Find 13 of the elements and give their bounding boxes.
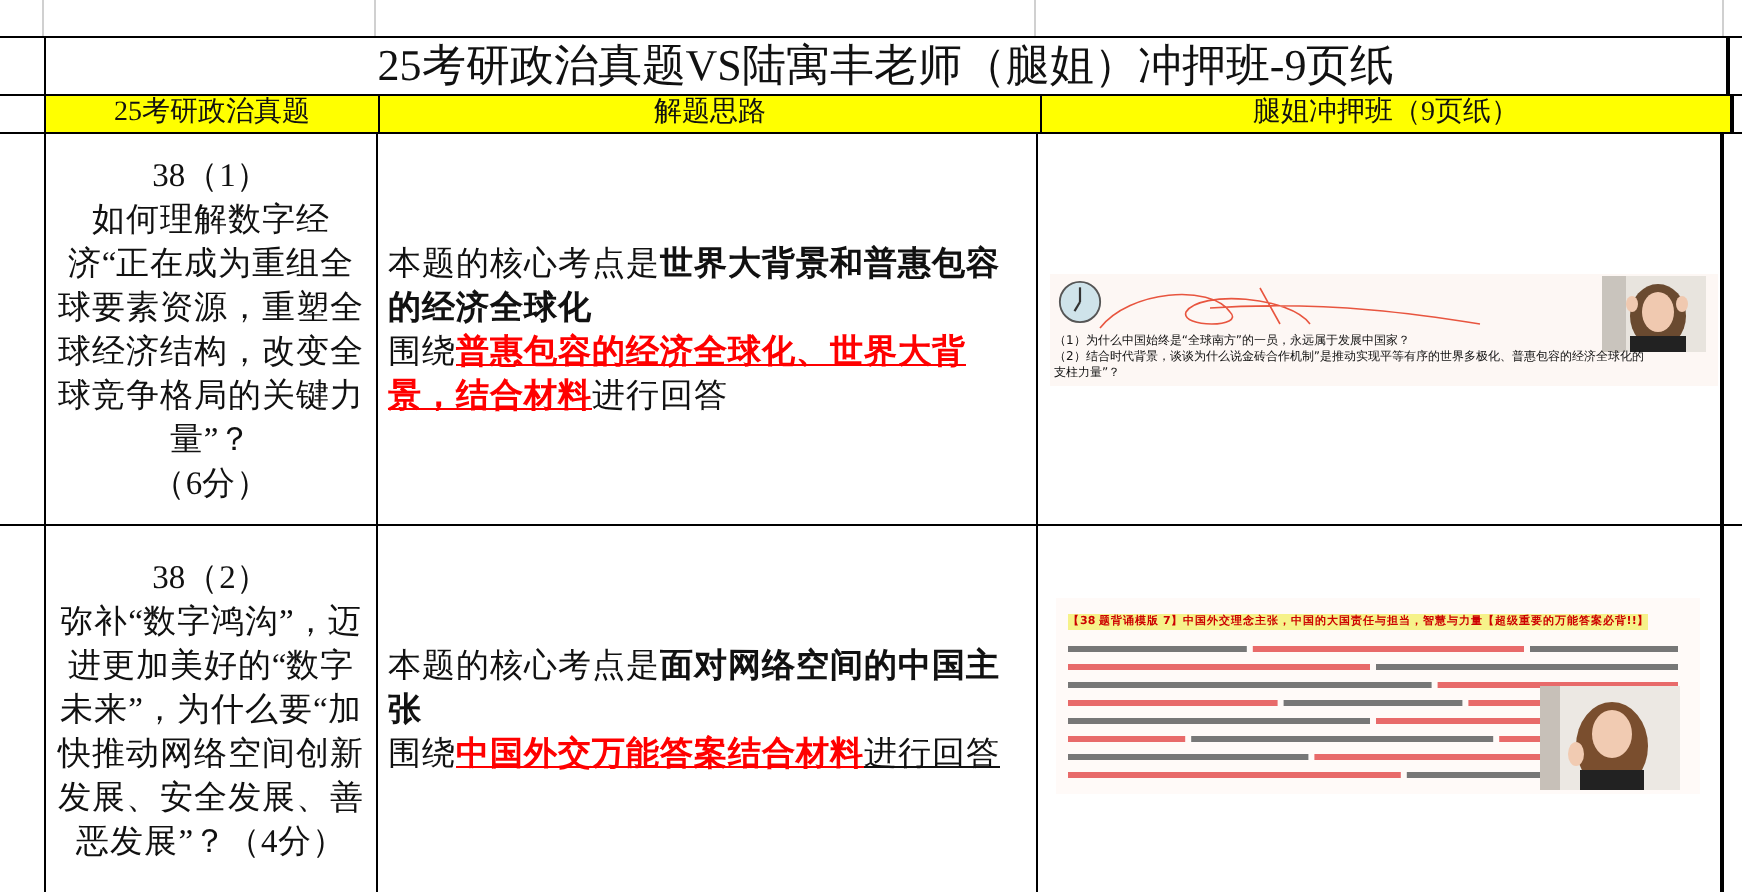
column-header: 25考研政治真题 [44, 96, 378, 132]
analysis-text: 本题的核心考点是世界大背景和普惠包容的经济全球化 [388, 241, 1002, 329]
question-text: 如何理解数字经济“正在成为重组全球要素资源，重塑全球经济结构，改变全球竞争格局的关键力量”？ [56, 197, 366, 461]
approach-text: 围绕普惠包容的经济全球化、世界大背景，结合材料进行回答 [388, 329, 968, 417]
question-text: 弥补“数字鸿沟”，迈进更加美好的“数字未来”，为什么要“加快推动网络空间创新发展、安全发展、善恶发展”？（4分） [55, 599, 366, 863]
question-number: 38（2） [152, 555, 270, 599]
clock-icon [1058, 279, 1102, 323]
column-header: 解题思路 [378, 96, 1040, 132]
score-text: （6分） [151, 461, 271, 505]
question-number: 38（1） [152, 153, 270, 197]
approach-text: 围绕中国外交万能答案结合材料进行回答 [388, 731, 1002, 775]
analysis-text: 本题的核心考点是面对网络空间的中国主张 [388, 643, 1002, 731]
column-header: 腿姐冲押班（9页纸） [1040, 96, 1734, 132]
